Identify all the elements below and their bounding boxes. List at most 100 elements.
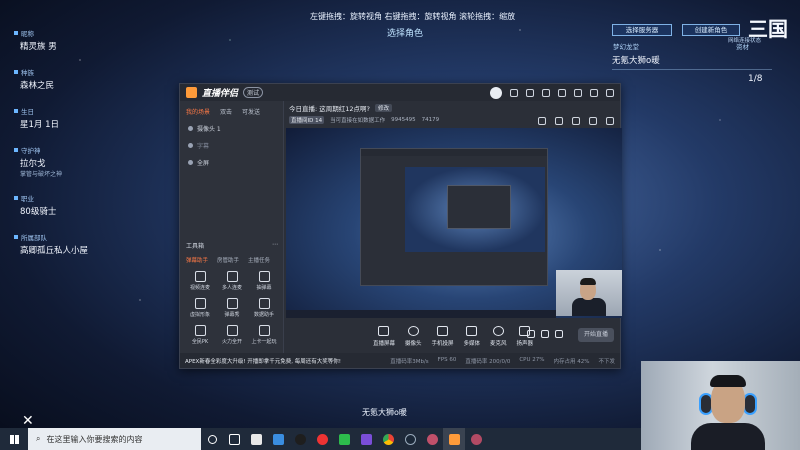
version-badge[interactable]: 测试 (243, 87, 264, 98)
box-icon[interactable] (555, 117, 563, 125)
selected-character-name: 无氪大狮o暖 (362, 408, 407, 417)
share-icon[interactable] (606, 117, 614, 125)
world-label: 梦幻龙堂 (613, 43, 639, 51)
preview-webcam (556, 270, 622, 316)
stream-preview[interactable] (286, 128, 622, 318)
scene-item[interactable]: 字幕 (180, 137, 283, 154)
stream-info-text: 当可直接在如数据工作 (330, 118, 386, 124)
preview-taskbar (286, 310, 556, 318)
gift-icon[interactable] (526, 88, 534, 97)
phone-cast-button[interactable]: 手机投屏 (431, 326, 454, 347)
scene-item[interactable]: 摄像头 1 (180, 120, 283, 137)
gift-box-icon (258, 271, 270, 282)
screen-icon[interactable] (572, 117, 580, 125)
announcement[interactable]: APEX新春全彩度大升级! 开播即拿千元免费, 每周还有大奖等你! (185, 357, 341, 365)
char-field-job: 职业 80级骑士 (14, 193, 124, 217)
scene-sidebar: 我的场景 双击 可发送 摄像头 1 字幕 全屏 工具箱 ⋯ 弹幕助手 房管助手 … (180, 101, 284, 354)
tab-my-scenes[interactable]: 我的场景 (186, 107, 210, 116)
eye-icon[interactable] (188, 126, 193, 131)
cortana-icon[interactable] (201, 428, 223, 450)
tool-video-link[interactable]: 视频连麦 (184, 271, 216, 291)
create-character-button[interactable]: 创建新角色 (682, 24, 740, 36)
tool-draw-danmaku[interactable]: 抽弹幕 (248, 271, 280, 291)
live-companion-window: 直播伴侣 测试 我的场景 双击 可发送 摄像头 1 字幕 全屏 工具箱 ⋯ 弹幕… (179, 83, 622, 369)
eye-icon[interactable] (541, 330, 549, 338)
source-controls: 直播屏幕 摄像头 手机投屏 多媒体 麦克风 扬声器 (285, 319, 621, 354)
char-field-nickname: 昵称 精灵族 男 (14, 28, 124, 52)
gear-icon[interactable] (555, 330, 563, 338)
select-character-title: 选择角色 (386, 29, 423, 39)
camera-hint: 左键拖拽：旋转视角 右键拖拽：旋转视角 滚轮拖拽：缩放 (310, 12, 516, 21)
play-icon (466, 326, 478, 336)
phone-icon (436, 326, 448, 336)
message-icon[interactable] (510, 88, 518, 97)
media-button[interactable]: 多媒体 (464, 326, 480, 347)
avatar-icon (194, 298, 206, 309)
tab-room-helper[interactable]: 房管助手 (217, 256, 239, 264)
steam-icon[interactable] (399, 428, 421, 450)
webcam-overlay (641, 361, 800, 450)
character-list-item[interactable]: 无氪大狮o暖 (612, 54, 772, 70)
more-icon[interactable]: ⋯ (272, 241, 278, 250)
tool-pk[interactable]: 全民PK (184, 325, 216, 345)
tool-fire[interactable]: 火力全开 (216, 325, 248, 345)
camera-icon (407, 326, 419, 336)
search-placeholder: 在这里输入你要搜索的内容 (46, 434, 143, 444)
chart-icon (258, 298, 270, 309)
fans-count: 9945495 (391, 117, 416, 123)
task-view-icon[interactable] (223, 428, 245, 450)
select-server-button[interactable]: 选择服务器 (612, 24, 672, 36)
skin-icon[interactable] (542, 88, 550, 97)
close-x-icon[interactable]: ✕ (22, 413, 34, 429)
scene-item[interactable]: 全屏 (180, 154, 283, 171)
mail-icon[interactable] (267, 428, 289, 450)
netease-icon[interactable] (311, 428, 333, 450)
chrome-icon[interactable] (377, 428, 399, 450)
minimize-icon[interactable] (574, 88, 582, 97)
tool-danmaku-show[interactable]: 弹幕秀 (216, 298, 248, 318)
stream-title: 今日直播: 这周期红12点啊? (289, 104, 370, 113)
eye-icon[interactable] (188, 143, 193, 148)
shop-icon[interactable] (538, 117, 546, 125)
microphone-button[interactable]: 麦克风 (490, 326, 507, 347)
scissors-icon[interactable] (245, 428, 267, 450)
tab-host-tasks[interactable]: 主播任务 (248, 256, 270, 264)
tab-sendable[interactable]: 可发送 (242, 107, 260, 116)
record-icon[interactable] (527, 330, 535, 338)
visual-studio-icon[interactable] (355, 428, 377, 450)
camera-button[interactable]: 摄像头 (405, 326, 421, 347)
start-button[interactable] (0, 428, 28, 450)
pk-icon (194, 325, 206, 336)
windows-taskbar: ⌕ 在这里输入你要搜索的内容 (0, 428, 641, 450)
char-field-deity: 守护神 拉尔戈 掌管与破坏之神 (14, 145, 124, 178)
close-icon[interactable] (606, 88, 614, 97)
tab-danmaku-helper[interactable]: 弹幕助手 (186, 256, 208, 264)
tab-double[interactable]: 双击 (220, 107, 232, 116)
maximize-icon[interactable] (590, 88, 598, 97)
character-info-panel: 昵称 精灵族 男 种族 森林之民 生日 星1月 1日 守护神 拉尔戈 掌管与破坏… (14, 28, 124, 271)
tool-multi-link[interactable]: 多人连麦 (216, 271, 248, 291)
menu-icon[interactable] (558, 88, 566, 97)
wechat-icon[interactable] (333, 428, 355, 450)
edit-title-button[interactable]: 修改 (374, 103, 392, 112)
screen-capture-button[interactable]: 直播屏幕 (373, 326, 395, 347)
eye-icon[interactable] (188, 160, 193, 165)
video-icon (194, 271, 206, 282)
app-logo-icon (186, 87, 197, 98)
user-avatar[interactable] (490, 86, 502, 99)
game-icon[interactable] (421, 428, 443, 450)
taskbar-search[interactable]: ⌕ 在这里输入你要搜索的内容 (28, 428, 201, 450)
tool-play-together[interactable]: 上卡一起玩 (248, 325, 280, 345)
tool-avatar[interactable]: 虚拟形象 (184, 298, 216, 318)
qq-icon[interactable] (289, 428, 311, 450)
settings-icon[interactable] (589, 117, 597, 125)
character-page-indicator: 1/8 (748, 74, 763, 84)
microphone-icon (492, 326, 504, 336)
game-client-icon[interactable] (465, 428, 487, 450)
start-live-button[interactable]: 开始直播 (578, 328, 614, 342)
char-field-birthday: 生日 星1月 1日 (14, 106, 124, 130)
char-field-race: 种族 森林之民 (14, 67, 124, 91)
tool-data-helper[interactable]: 数据助手 (248, 298, 280, 318)
live-companion-taskbar-icon[interactable] (443, 428, 465, 450)
monitor-icon (378, 326, 390, 336)
